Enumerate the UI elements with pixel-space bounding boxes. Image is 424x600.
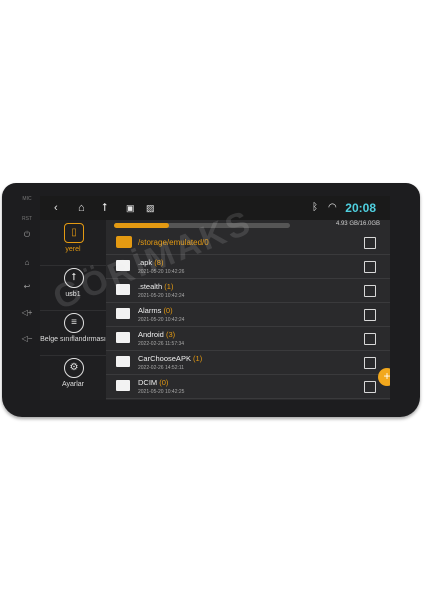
sidebar-item-label: Ayarlar [61,381,85,388]
item-checkbox[interactable] [364,333,376,345]
sidebar-item-label: yerel [65,246,81,253]
folder-icon [116,284,130,295]
reset-button[interactable]: RST [14,212,40,226]
file-date: 2021-05-20 10:42:26 [138,269,185,275]
file-name: .apk (8) [138,258,164,267]
storage-usage-fill [114,223,169,228]
list-item[interactable]: CarChooseAPK (1) 2022-02-26 14:52:11 [106,351,390,375]
list-icon: ≡ [64,313,84,333]
item-checkbox[interactable] [364,381,376,393]
power-icon[interactable]: ⏻ [14,228,40,242]
back-hard-icon[interactable]: ↩ [14,280,40,294]
status-bar: ‹ ⌂ ⭡ ▣ ▨ ᛒ ◠ 20:08 [40,196,390,220]
sidebar-item-settings[interactable]: ⚙ Ayarlar [40,355,106,400]
add-button[interactable]: + [378,368,390,386]
select-all-checkbox[interactable] [364,237,376,249]
file-date: 2022-02-26 11:57:34 [138,341,185,347]
list-item[interactable]: .apk (8) 2021-05-20 10:42:26 [106,255,390,279]
volume-up-icon[interactable]: ◁+ [14,306,40,320]
file-date: 2021-05-20 10:42:24 [138,317,185,323]
bluetooth-icon: ᛒ [312,202,318,213]
folder-icon [116,332,130,343]
wifi-icon: ◠ [328,202,337,213]
usb-icon: ⭡ [64,268,84,288]
folder-icon [116,380,130,391]
usb-icon: ⭡ [102,202,108,214]
volume-down-icon[interactable]: ◁− [14,332,40,346]
clock: 20:08 [345,201,376,215]
list-item[interactable]: Alarms (0) 2021-05-20 10:42:24 [106,303,390,327]
folder-icon [116,356,130,367]
sidebar: ▯ yerel ⭡ usb1 ≡ Belge sınıflandırması ⚙… [40,220,106,400]
list-item[interactable]: Android (3) 2022-02-26 11:57:34 [106,327,390,351]
folder-icon [116,236,132,248]
side-button-panel: MIC RST ⏻ ⌂ ↩ ◁+ ◁− [14,192,40,410]
home-icon[interactable]: ⌂ [78,201,85,215]
item-checkbox[interactable] [364,261,376,273]
item-checkbox[interactable] [364,309,376,321]
folder-icon [116,308,130,319]
sidebar-item-label: Belge sınıflandırması [40,336,106,343]
storage-usage-bar [114,223,290,228]
file-name: CarChooseAPK (1) [138,354,203,363]
current-path: /storage/emulated/0 [138,238,209,247]
file-name: .stealth (1) [138,282,174,291]
gallery-icon: ▨ [146,203,155,213]
gear-icon: ⚙ [64,358,84,378]
file-name: Alarms (0) [138,306,173,315]
file-name: Android (3) [138,330,176,339]
screen: ‹ ⌂ ⭡ ▣ ▨ ᛒ ◠ 20:08 ▯ yerel ⭡ usb1 ≡ Bel… [40,196,390,400]
image-icon: ▣ [126,203,135,213]
back-icon[interactable]: ‹ [54,201,58,215]
file-name: DCIM (0) [138,378,169,387]
sidebar-item-local[interactable]: ▯ yerel [40,220,106,266]
sidebar-item-usb1[interactable]: ⭡ usb1 [40,265,106,311]
sidebar-item-label: usb1 [65,291,81,298]
item-checkbox[interactable] [364,357,376,369]
list-item[interactable]: .stealth (1) 2021-05-20 10:42:24 [106,279,390,303]
file-date: 2021-05-20 10:42:25 [138,389,185,395]
file-date: 2021-05-20 10:42:24 [138,293,185,299]
file-browser: 4.93 GB/16.0GB /storage/emulated/0 .apk … [106,220,390,400]
sidebar-item-document-classification[interactable]: ≡ Belge sınıflandırması [40,310,106,356]
phone-storage-icon: ▯ [64,223,84,243]
mic-label: MIC [22,196,32,202]
folder-icon [116,260,130,271]
current-path-row[interactable]: /storage/emulated/0 [106,232,390,255]
file-date: 2022-02-26 14:52:11 [138,365,185,371]
list-item[interactable]: DCIM (0) 2021-05-20 10:42:25 [106,375,390,399]
storage-usage-text: 4.93 GB/16.0GB [335,221,380,227]
item-checkbox[interactable] [364,285,376,297]
home-hard-icon[interactable]: ⌂ [14,256,40,270]
